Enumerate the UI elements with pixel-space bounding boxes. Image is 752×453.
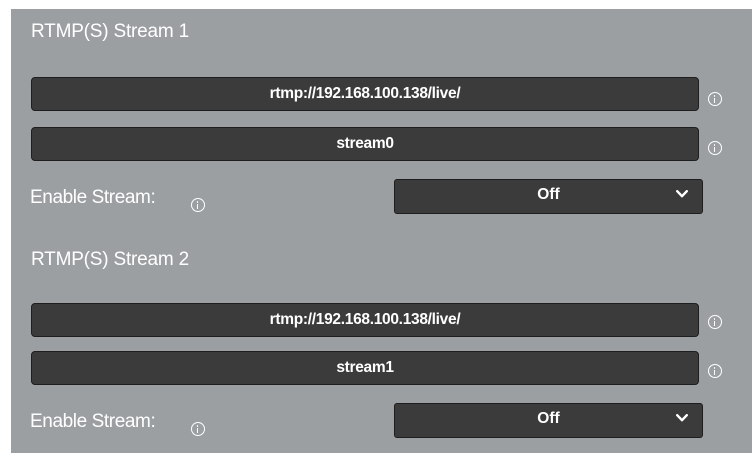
stream-1-key-field[interactable]: stream0 [31,127,699,161]
info-icon[interactable] [708,92,722,106]
stream-1-title: RTMP(S) Stream 1 [31,21,189,42]
enable-label-text: Enable Stream: [30,411,156,432]
chevron-down-icon [676,414,688,422]
stream-2-key-field[interactable]: stream1 [31,351,699,385]
chevron-down-icon [676,190,688,198]
stream-1-enable-value: Off [537,186,560,203]
stream-2-enable-value: Off [537,410,560,427]
stream-2-url-field[interactable]: rtmp://192.168.100.138/live/ [31,303,699,337]
stream-2-enable-select[interactable]: Off [394,403,703,438]
stream-1-url-field[interactable]: rtmp://192.168.100.138/live/ [31,77,699,111]
info-icon[interactable] [708,315,722,329]
info-icon[interactable] [191,422,205,436]
stream-1-enable-label: Enable Stream: [30,187,156,209]
stream-2-enable-label: Enable Stream: [30,411,156,433]
rtmp-settings-panel: RTMP(S) Stream 1 rtmp://192.168.100.138/… [11,9,752,453]
stream-2-title: RTMP(S) Stream 2 [31,249,189,270]
enable-label-text: Enable Stream: [30,187,156,208]
info-icon[interactable] [191,198,205,212]
info-icon[interactable] [708,364,722,378]
info-icon[interactable] [708,141,722,155]
stream-1-enable-select[interactable]: Off [394,179,703,214]
